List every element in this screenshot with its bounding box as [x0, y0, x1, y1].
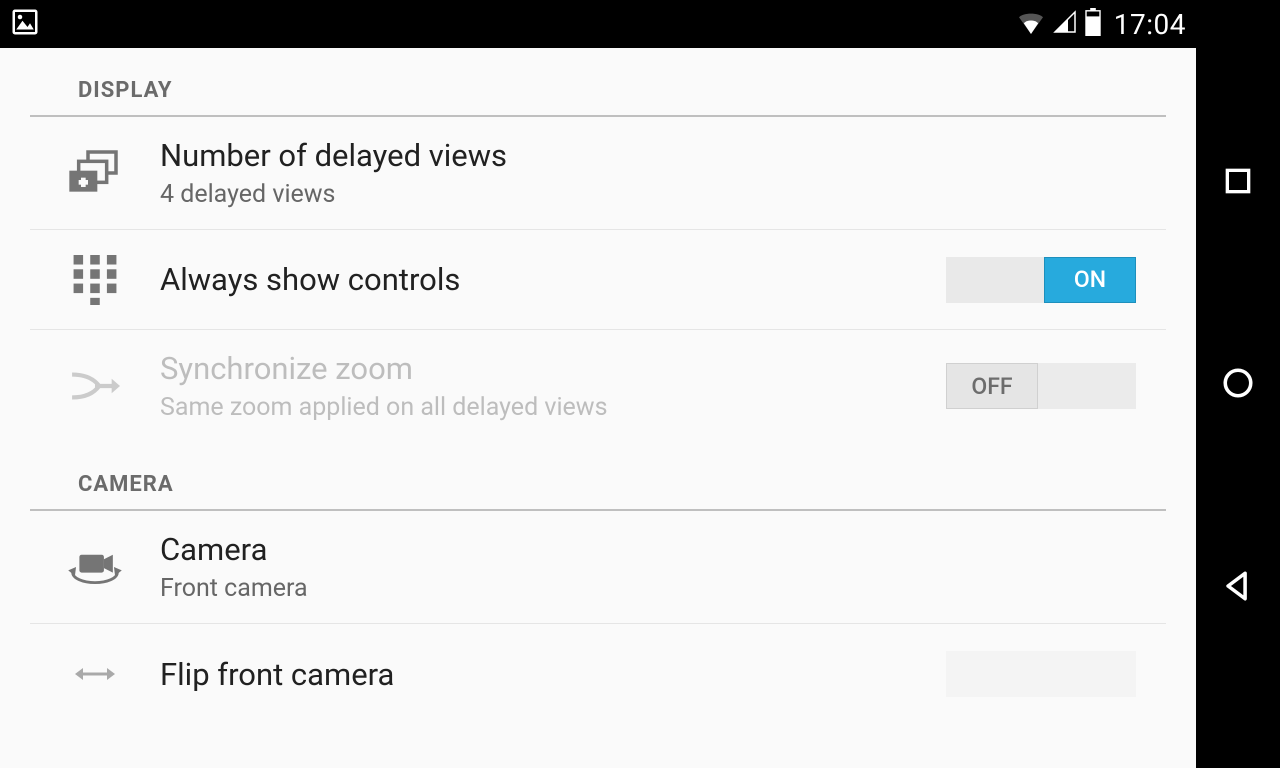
- nav-home-button[interactable]: [1221, 366, 1255, 400]
- battery-icon: [1084, 8, 1102, 40]
- dialpad-icon: [30, 255, 160, 305]
- flip-icon: [30, 659, 160, 689]
- row-title: Always show controls: [160, 261, 941, 298]
- section-header-display: DISPLAY: [30, 48, 1166, 117]
- settings-content: DISPLAY Number of delayed views 4 delaye…: [0, 48, 1196, 768]
- row-synchronize-zoom[interactable]: Synchronize zoom Same zoom applied on al…: [30, 330, 1166, 442]
- stacked-views-icon: [30, 149, 160, 197]
- toggle-on-label: ON: [1044, 257, 1136, 303]
- row-title: Synchronize zoom: [160, 350, 941, 387]
- row-delayed-views[interactable]: Number of delayed views 4 delayed views: [30, 117, 1166, 230]
- merge-icon: [30, 368, 160, 404]
- main-area: 17:04 DISPLAY Number of delayed views 4 …: [0, 0, 1196, 768]
- row-title: Number of delayed views: [160, 137, 1136, 174]
- picture-icon: [10, 7, 40, 41]
- row-title: Camera: [160, 531, 1136, 568]
- nav-recent-button[interactable]: [1222, 165, 1254, 197]
- toggle-off-label: OFF: [946, 363, 1038, 409]
- row-camera[interactable]: Camera Front camera: [30, 511, 1166, 624]
- row-subtitle: Same zoom applied on all delayed views: [160, 393, 941, 422]
- row-title: Flip front camera: [160, 656, 941, 693]
- row-flip-front-camera[interactable]: Flip front camera: [30, 624, 1166, 724]
- row-subtitle: 4 delayed views: [160, 180, 1136, 209]
- switch-camera-icon: [30, 545, 160, 589]
- toggle-always-show-controls[interactable]: ON: [946, 257, 1136, 303]
- row-always-show-controls[interactable]: Always show controls ON: [30, 230, 1166, 330]
- row-subtitle: Front camera: [160, 574, 1136, 603]
- toggle-flip-front-camera[interactable]: [946, 651, 1136, 697]
- wifi-icon: [1016, 10, 1046, 38]
- section-header-camera: CAMERA: [30, 442, 1166, 511]
- status-clock: 17:04: [1114, 8, 1186, 41]
- status-right: 17:04: [1016, 8, 1186, 41]
- cell-signal-icon: [1052, 10, 1078, 38]
- status-bar: 17:04: [0, 0, 1196, 48]
- nav-back-button[interactable]: [1221, 569, 1255, 603]
- toggle-synchronize-zoom[interactable]: OFF: [946, 363, 1136, 409]
- nav-bar: [1196, 0, 1280, 768]
- status-left: [10, 7, 40, 41]
